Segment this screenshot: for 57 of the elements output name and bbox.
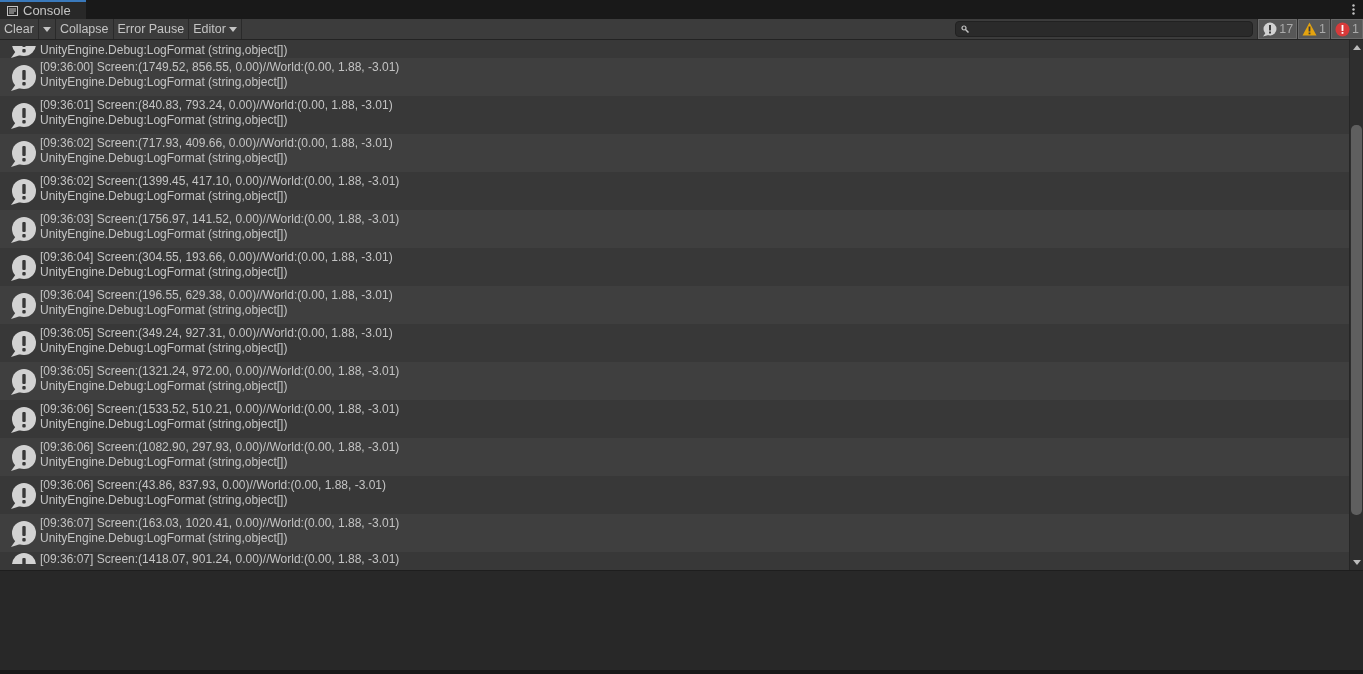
log-entry[interactable]: [09:36:02] Screen:(1399.45, 417.10, 0.00)//World:(0.00, 1.88, -3.01) UnityEngine.Debug:LogFormat (string,object[]) [0, 172, 1349, 210]
stack-trace: UnityEngine.Debug:LogFormat (string,object[]) [40, 75, 289, 90]
log-entry[interactable]: [09:36:07] Screen:(163.03, 1020.41, 0.00)//World:(0.00, 1.88, -3.01) UnityEngine.Debug:LogFormat (string,object[]) [0, 514, 1349, 552]
log-entry[interactable]: [09:36:04] Screen:(304.55, 193.66, 0.00)//World:(0.00, 1.88, -3.01) UnityEngine.Debug:LogFormat (string,object[]) [0, 248, 1349, 286]
log-message: [09:36:02] Screen:(717.93, 409.66, 0.00)//World:(0.00, 1.88, -3.01) [40, 136, 393, 151]
log-message: [09:36:04] Screen:(196.55, 629.38, 0.00)//World:(0.00, 1.88, -3.01) [40, 288, 393, 303]
scrollbar[interactable] [1349, 40, 1363, 570]
stack-trace: UnityEngine.Debug:LogFormat (string,object[]) [40, 113, 289, 128]
log-entry[interactable]: [09:36:07] Screen:(1418.07, 901.24, 0.00)//World:(0.00, 1.88, -3.01) [0, 552, 1349, 570]
tab-title: Console [23, 3, 71, 18]
log-message: [09:36:07] Screen:(163.03, 1020.41, 0.00)//World:(0.00, 1.88, -3.01) [40, 516, 400, 531]
search-icon [961, 25, 970, 33]
stack-trace: UnityEngine.Debug:LogFormat (string,object[]) [40, 379, 289, 394]
log-message: [09:36:03] Screen:(1756.97, 141.52, 0.00)//World:(0.00, 1.88, -3.01) [40, 212, 400, 227]
log-entry[interactable]: [09:36:06] Screen:(1082.90, 297.93, 0.00)//World:(0.00, 1.88, -3.01) UnityEngine.Debug:LogFormat (string,object[]) [0, 438, 1349, 476]
log-message: [09:36:06] Screen:(1533.52, 510.21, 0.00)//World:(0.00, 1.88, -3.01) [40, 402, 400, 417]
log-message: [09:36:06] Screen:(43.86, 837.93, 0.00)//World:(0.00, 1.88, -3.01) [40, 478, 386, 493]
scrollbar-thumb[interactable] [1351, 125, 1362, 515]
stack-trace: UnityEngine.Debug:LogFormat (string,object[]) [40, 43, 288, 58]
log-message: [09:36:01] Screen:(840.83, 793.24, 0.00)//World:(0.00, 1.88, -3.01) [40, 98, 393, 113]
stack-trace: UnityEngine.Debug:LogFormat (string,object[]) [40, 227, 289, 242]
log-message: [09:36:05] Screen:(349.24, 927.31, 0.00)//World:(0.00, 1.88, -3.01) [40, 326, 393, 341]
stack-trace: UnityEngine.Debug:LogFormat (string,object[]) [40, 303, 289, 318]
stack-trace: UnityEngine.Debug:LogFormat (string,object[]) [40, 531, 289, 546]
stack-trace: UnityEngine.Debug:LogFormat (string,object[]) [40, 341, 289, 356]
log-entry[interactable]: UnityEngine.Debug:LogFormat (string,object[]) [0, 40, 1349, 58]
log-entry[interactable]: [09:36:05] Screen:(349.24, 927.31, 0.00)//World:(0.00, 1.88, -3.01) UnityEngine.Debug:LogFormat (string,object[]) [0, 324, 1349, 362]
log-entry[interactable]: [09:36:00] Screen:(1749.52, 856.55, 0.00)//World:(0.00, 1.88, -3.01) UnityEngine.Debug:LogFormat (string,object[]) [0, 58, 1349, 96]
caret-icon [228, 26, 237, 32]
log-entry[interactable]: [09:36:05] Screen:(1321.24, 972.00, 0.00)//World:(0.00, 1.88, -3.01) UnityEngine.Debug:LogFormat (string,object[]) [0, 362, 1349, 400]
more-options-icon[interactable] [1352, 4, 1355, 15]
stack-trace: UnityEngine.Debug:LogFormat (string,object[]) [40, 151, 289, 166]
warning-icon [1302, 22, 1318, 36]
stack-trace: UnityEngine.Debug:LogFormat (string,object[]) [40, 265, 289, 280]
log-entry[interactable]: [09:36:02] Screen:(717.93, 409.66, 0.00)//World:(0.00, 1.88, -3.01) UnityEngine.Debug:LogFormat (string,object[]) [0, 134, 1349, 172]
scroll-down-icon[interactable] [1352, 560, 1361, 565]
log-message: [09:36:02] Screen:(1399.45, 417.10, 0.00)//World:(0.00, 1.88, -3.01) [40, 174, 400, 189]
stack-trace: UnityEngine.Debug:LogFormat (string,object[]) [40, 493, 289, 508]
stack-trace: UnityEngine.Debug:LogFormat (string,object[]) [40, 189, 289, 204]
scroll-up-icon[interactable] [1352, 45, 1361, 50]
log-message: [09:36:00] Screen:(1749.52, 856.55, 0.00)//World:(0.00, 1.88, -3.01) [40, 60, 400, 75]
log-message: [09:36:04] Screen:(304.55, 193.66, 0.00)//World:(0.00, 1.88, -3.01) [40, 250, 393, 265]
stack-trace: UnityEngine.Debug:LogFormat (string,object[]) [40, 417, 289, 432]
log-entry[interactable]: [09:36:03] Screen:(1756.97, 141.52, 0.00)//World:(0.00, 1.88, -3.01) UnityEngine.Debug:LogFormat (string,object[]) [0, 210, 1349, 248]
log-entry[interactable]: [09:36:06] Screen:(1533.52, 510.21, 0.00)//World:(0.00, 1.88, -3.01) UnityEngine.Debug:LogFormat (string,object[]) [0, 400, 1349, 438]
log-message: [09:36:07] Screen:(1418.07, 901.24, 0.00)//World:(0.00, 1.88, -3.01) [40, 552, 400, 567]
console-tab[interactable]: Console [0, 0, 86, 19]
caret-icon [42, 26, 51, 32]
log-entry[interactable]: [09:36:01] Screen:(840.83, 793.24, 0.00)//World:(0.00, 1.88, -3.01) UnityEngine.Debug:LogFormat (string,object[]) [0, 96, 1349, 134]
console-icon [7, 5, 18, 16]
stack-trace: UnityEngine.Debug:LogFormat (string,object[]) [40, 455, 289, 470]
error-icon [1335, 21, 1351, 37]
log-entry[interactable]: [09:36:06] Screen:(43.86, 837.93, 0.00)//World:(0.00, 1.88, -3.01) UnityEngine.Debug:LogFormat (string,object[]) [0, 476, 1349, 514]
search-field[interactable] [955, 21, 1254, 37]
log-entry[interactable]: [09:36:04] Screen:(196.55, 629.38, 0.00)//World:(0.00, 1.88, -3.01) UnityEngine.Debug:LogFormat (string,object[]) [0, 286, 1349, 324]
log-message: [09:36:06] Screen:(1082.90, 297.93, 0.00)//World:(0.00, 1.88, -3.01) [40, 440, 400, 455]
log-message: [09:36:05] Screen:(1321.24, 972.00, 0.00)//World:(0.00, 1.88, -3.01) [40, 364, 400, 379]
